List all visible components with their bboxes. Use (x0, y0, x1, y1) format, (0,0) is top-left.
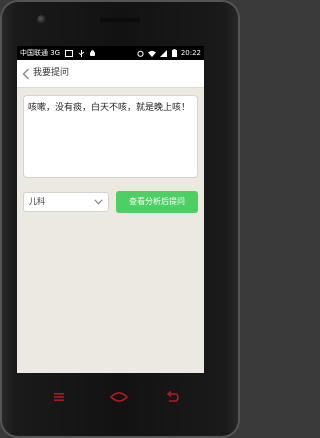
page-title: 我要提问 (33, 68, 70, 78)
usb-icon (78, 49, 84, 57)
title-bar: 我要提问 (17, 60, 204, 88)
clock-label: 20:22 (180, 49, 201, 57)
status-bar: 中国联通 3G 20:22 (17, 46, 204, 60)
back-nav-icon[interactable] (164, 390, 180, 404)
analyze-and-ask-button[interactable]: 查看分析后提问 (116, 191, 198, 213)
status-right: 20:22 (137, 46, 201, 60)
alarm-icon (137, 50, 144, 57)
wifi-icon (148, 50, 157, 57)
phone-frame: 中国联通 3G 20:22 我要提问 咳嗽，没有痰，白天不咳，就是晚上咳！ 儿科… (0, 0, 240, 438)
department-select[interactable]: 儿科 (23, 192, 109, 212)
hardware-nav-bar (20, 382, 220, 416)
back-arrow-icon[interactable] (22, 68, 30, 80)
menu-icon[interactable] (51, 390, 67, 404)
battery-icon (171, 49, 177, 57)
android-icon (89, 49, 95, 56)
department-selected-label: 儿科 (29, 197, 45, 206)
front-camera (37, 15, 46, 24)
chevron-down-icon (94, 199, 103, 205)
signal-icon (160, 49, 168, 57)
status-left: 中国联通 3G (20, 46, 98, 60)
question-textarea[interactable]: 咳嗽，没有痰，白天不咳，就是晚上咳！ (23, 95, 198, 178)
home-icon[interactable] (108, 390, 130, 404)
notification-icon (65, 49, 74, 57)
app-screen: 中国联通 3G 20:22 我要提问 咳嗽，没有痰，白天不咳，就是晚上咳！ 儿科… (17, 46, 204, 373)
earpiece (100, 18, 140, 22)
carrier-label: 中国联通 3G (20, 49, 61, 57)
